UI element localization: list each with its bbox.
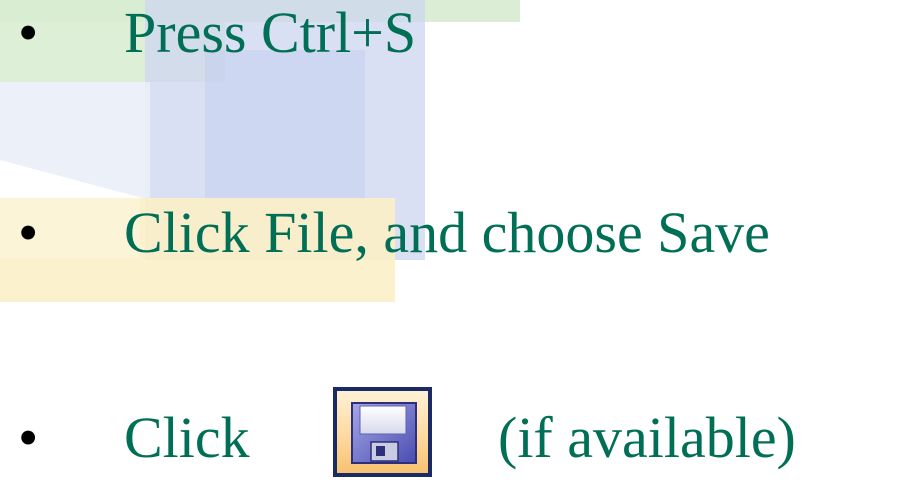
save-button[interactable] <box>333 387 432 477</box>
bullet-marker: • <box>18 200 39 265</box>
bullet-text: Click File, and choose Save <box>124 200 770 265</box>
bullet-text: Click <box>124 405 250 470</box>
bullet-text-after-icon: (if available) <box>498 405 796 470</box>
decor-light-diagonal <box>0 82 150 200</box>
bullet-item-2: • Click File, and choose Save <box>0 193 901 273</box>
bullet-item-1: • Press Ctrl+S <box>0 0 901 73</box>
bullet-marker: • <box>18 0 39 65</box>
floppy-disk-save-icon <box>351 402 417 464</box>
bullet-marker: • <box>18 405 39 470</box>
bullet-text: Press Ctrl+S <box>124 0 417 65</box>
bullet-item-3: • Click (if available) <box>0 398 901 478</box>
